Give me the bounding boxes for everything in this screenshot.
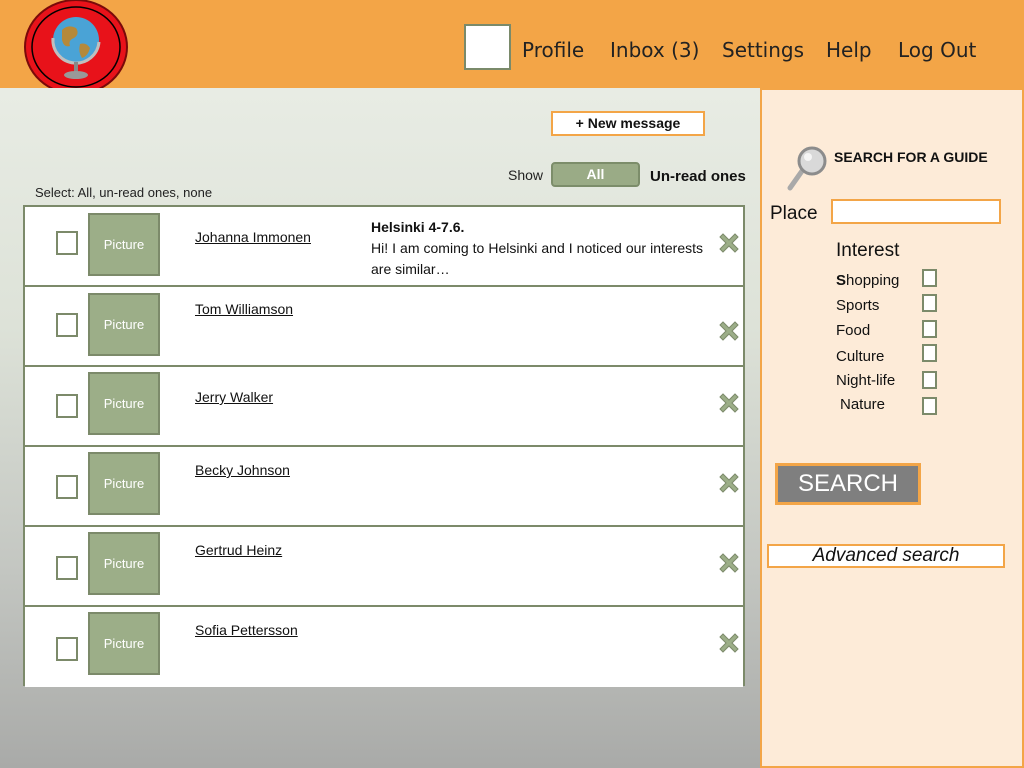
place-label: Place: [770, 203, 818, 224]
sender-name[interactable]: Becky Johnson: [195, 462, 290, 478]
top-header: Profile Inbox (3) Settings Help Log Out: [0, 0, 1024, 95]
sender-name[interactable]: Gertrud Heinz: [195, 542, 282, 558]
show-all-button[interactable]: All: [551, 162, 640, 187]
message-row[interactable]: Picture Sofia Pettersson: [25, 607, 743, 687]
row-checkbox[interactable]: [56, 231, 78, 255]
sender-picture: Picture: [88, 293, 160, 356]
delete-x-icon[interactable]: [717, 391, 741, 415]
interest-checkbox-nightlife[interactable]: [922, 371, 937, 389]
magnifier-icon: [787, 146, 827, 191]
row-checkbox[interactable]: [56, 637, 78, 661]
sender-name[interactable]: Sofia Pettersson: [195, 622, 298, 638]
message-row[interactable]: Picture Gertrud Heinz: [25, 527, 743, 607]
show-unread-link[interactable]: Un-read ones: [650, 168, 746, 185]
message-row[interactable]: Picture Jerry Walker: [25, 367, 743, 447]
interest-label-food: Food: [836, 322, 871, 339]
sender-picture: Picture: [88, 612, 160, 675]
interest-label-nightlife: Night-life: [836, 372, 896, 389]
new-message-button[interactable]: + New message: [551, 111, 705, 136]
interest-label-culture: Culture: [836, 348, 885, 365]
message-subject: Helsinki 4-7.6.: [371, 219, 465, 235]
sender-picture: Picture: [88, 532, 160, 595]
row-checkbox[interactable]: [56, 313, 78, 337]
sender-name[interactable]: Johanna Immonen: [195, 229, 311, 245]
delete-x-icon[interactable]: [717, 319, 741, 343]
delete-x-icon[interactable]: [717, 631, 741, 655]
delete-x-icon[interactable]: [717, 231, 741, 255]
delete-x-icon[interactable]: [717, 471, 741, 495]
sender-picture: Picture: [88, 372, 160, 435]
nav-inbox[interactable]: Inbox (3): [610, 38, 699, 62]
search-button[interactable]: SEARCH: [775, 463, 921, 505]
user-avatar[interactable]: [464, 24, 511, 70]
interest-label-shopping: Shopping: [836, 272, 900, 289]
sender-picture: Picture: [88, 213, 160, 276]
delete-x-icon[interactable]: [717, 551, 741, 575]
row-checkbox[interactable]: [56, 556, 78, 580]
sender-name[interactable]: Jerry Walker: [195, 389, 273, 405]
nav-settings[interactable]: Settings: [722, 38, 804, 62]
message-list: Picture Johanna Immonen Helsinki 4-7.6. …: [23, 205, 745, 687]
search-guide-title: SEARCH FOR A GUIDE: [834, 149, 988, 165]
message-row[interactable]: Picture Becky Johnson: [25, 447, 743, 527]
message-preview[interactable]: Helsinki 4-7.6. Hi! I am coming to Helsi…: [371, 217, 703, 280]
sender-picture: Picture: [88, 452, 160, 515]
interest-checkbox-shopping[interactable]: [922, 269, 937, 287]
message-snippet: Hi! I am coming to Helsinki and I notice…: [371, 240, 703, 277]
globe-logo-icon[interactable]: [24, 0, 128, 96]
interest-checkbox-culture[interactable]: [922, 344, 937, 362]
place-input[interactable]: [831, 199, 1001, 224]
show-filter-label: Show: [508, 167, 544, 183]
message-row[interactable]: Picture Johanna Immonen Helsinki 4-7.6. …: [25, 207, 743, 287]
interest-label-nature: Nature: [840, 396, 886, 413]
sender-name[interactable]: Tom Williamson: [195, 301, 293, 317]
nav-profile[interactable]: Profile: [522, 38, 584, 62]
interest-checkbox-nature[interactable]: [922, 397, 937, 415]
message-row[interactable]: Picture Tom Williamson: [25, 287, 743, 367]
row-checkbox[interactable]: [56, 475, 78, 499]
select-options-text[interactable]: Select: All, un-read ones, none: [35, 185, 212, 200]
nav-logout[interactable]: Log Out: [898, 38, 976, 62]
interest-checkbox-food[interactable]: [922, 320, 937, 338]
advanced-search-button[interactable]: Advanced search: [767, 544, 1005, 568]
nav-help[interactable]: Help: [826, 38, 872, 62]
interest-label-sports: Sports: [836, 297, 880, 314]
interest-title: Interest: [836, 240, 900, 261]
row-checkbox[interactable]: [56, 394, 78, 418]
interest-checkbox-sports[interactable]: [922, 294, 937, 312]
